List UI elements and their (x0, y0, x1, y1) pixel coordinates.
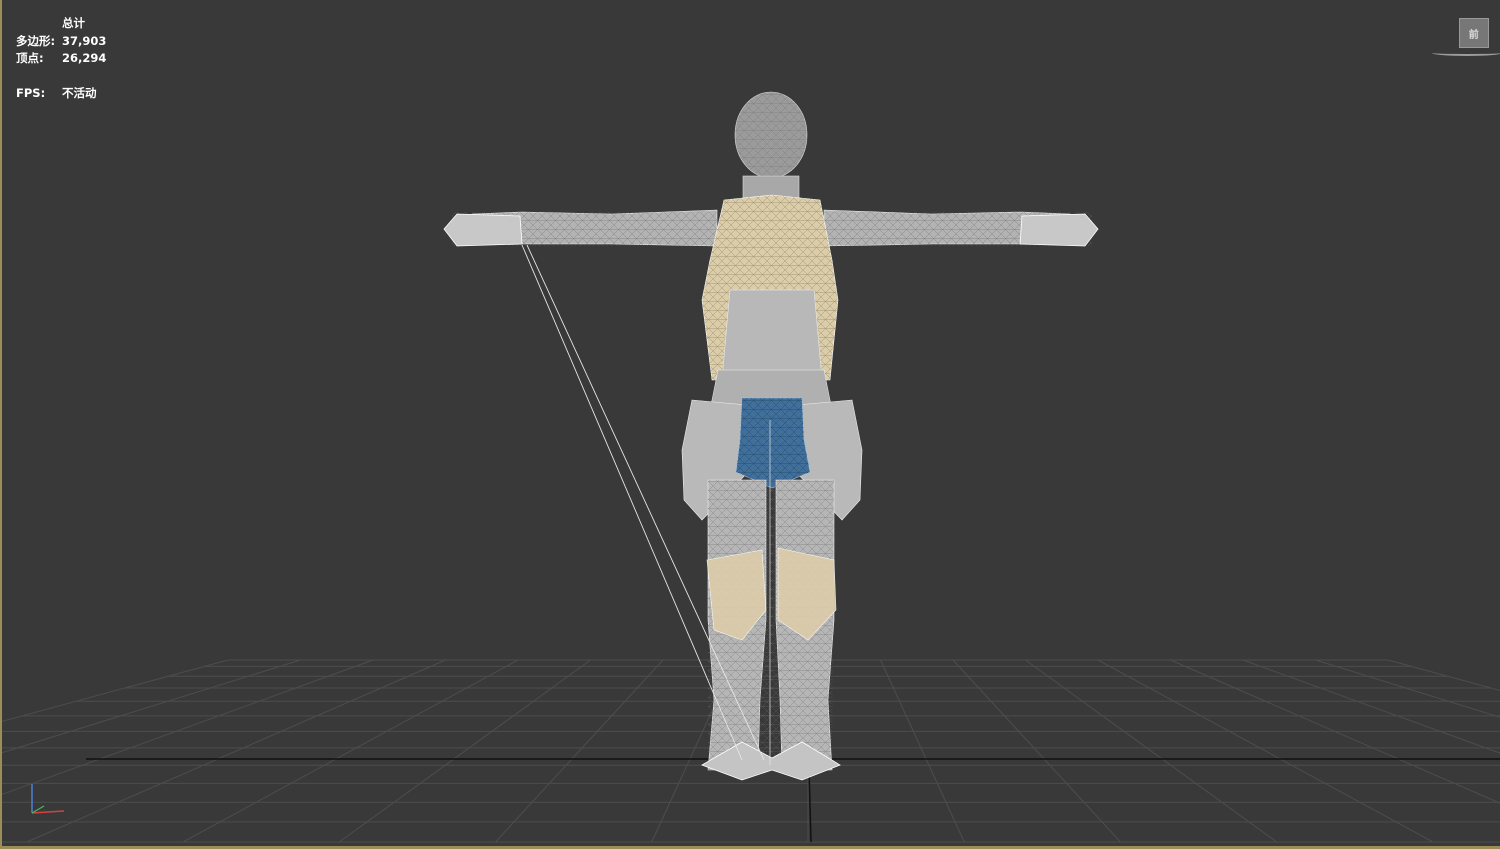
vertices-value: 26,294 (62, 51, 107, 65)
grid-line (495, 659, 664, 843)
grid-line (1025, 659, 1278, 843)
torso-mesh (721, 289, 823, 381)
grid-line (2, 659, 229, 722)
character-mesh[interactable] (443, 91, 1099, 781)
head-wireframe (735, 92, 807, 178)
perspective-viewport[interactable]: 总计 多边形: 37,903 顶点: 26,294 FPS: 不活动 前 (0, 0, 1500, 849)
grid-line (2, 659, 374, 795)
grid-line (2, 659, 301, 754)
grid-line (1170, 659, 1500, 804)
grid-line (1242, 659, 1500, 754)
right-hand (1019, 213, 1099, 247)
axis-tripod-icon (31, 784, 65, 814)
grid-line (1097, 659, 1434, 843)
left-hand (443, 213, 523, 247)
stats-title: 总计 (62, 16, 85, 30)
viewport-scene[interactable] (2, 0, 1500, 849)
grid-line (338, 659, 591, 843)
fps-value: 不活动 (62, 85, 97, 100)
polygons-label: 多边形: (16, 33, 56, 48)
viewcube-front-face[interactable]: 前 (1459, 18, 1489, 48)
viewport-statistics: 总计 多边形: 37,903 顶点: 26,294 FPS: 不活动 (16, 15, 106, 102)
viewcube-icon[interactable]: 前 (1430, 16, 1500, 58)
belt-wireframe (736, 398, 810, 488)
fps-label: FPS: (16, 85, 46, 100)
grid-line (182, 659, 519, 843)
viewcube-ring[interactable] (1432, 50, 1500, 56)
grid-line (26, 659, 446, 843)
grid-line (880, 659, 965, 843)
vertices-label: 顶点: (16, 51, 44, 65)
grid-line (952, 659, 1121, 843)
polygons-value: 37,903 (62, 33, 107, 48)
grid-line (1315, 659, 1500, 718)
